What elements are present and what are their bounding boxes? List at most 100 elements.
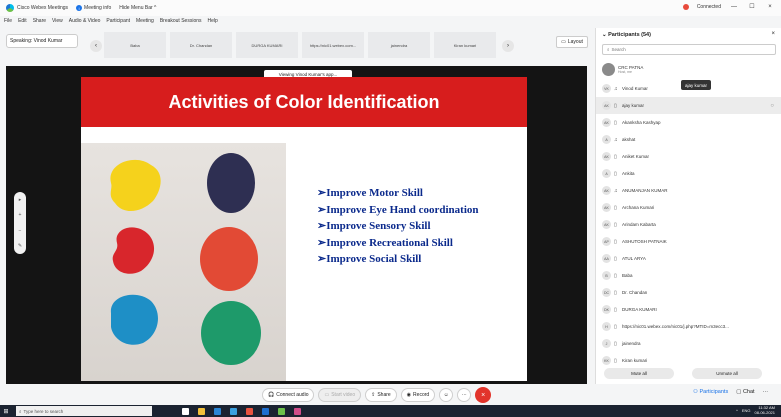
- menu-share[interactable]: Share: [33, 18, 46, 24]
- participant-row[interactable]: AK ♫ ANUMANJAN KUMAR: [596, 182, 781, 199]
- participant-search-input[interactable]: ⌕ Search: [602, 44, 776, 55]
- reactions-button[interactable]: ☺: [439, 388, 454, 402]
- windows-start-icon[interactable]: ⊞: [0, 405, 12, 417]
- audio-status-icon: ♫: [614, 136, 618, 143]
- thumbnail[interactable]: Dr. Chandan: [170, 32, 232, 58]
- video-icon: ▭: [324, 392, 330, 398]
- device-icon: ▯: [614, 272, 617, 279]
- host-name-block: CRC PATNA Host, me: [618, 65, 643, 74]
- participant-row[interactable]: J ▯ jainendra: [596, 335, 781, 352]
- bullet-item: ➢Improve Social Skill: [317, 253, 422, 265]
- app-icon[interactable]: [294, 407, 301, 415]
- connection-status[interactable]: Connected: [697, 4, 721, 10]
- participant-row[interactable]: DK ▯ DURGA KUMARI: [596, 301, 781, 318]
- participant-row[interactable]: AK ▯ Archana Kumari: [596, 199, 781, 216]
- hide-menu-bar-button[interactable]: Hide Menu Bar ^: [119, 5, 156, 11]
- participant-row[interactable]: H ▯ https://nic01.webex.com/nic01/j.php?…: [596, 318, 781, 335]
- layout-label: Layout: [567, 39, 583, 45]
- pen-icon[interactable]: ✎: [18, 243, 22, 249]
- participant-name: Kiran kumari: [622, 358, 648, 363]
- thumbnail[interactable]: jainendra: [368, 32, 430, 58]
- meeting-info-button[interactable]: i Meeting info: [76, 5, 111, 11]
- mute-all-button[interactable]: Mute all: [604, 368, 674, 379]
- strip-next-button[interactable]: ›: [502, 40, 514, 52]
- participant-row[interactable]: AP ▯ ASHUTOSH PATNAIK: [596, 233, 781, 250]
- participant-row[interactable]: AA ▯ ATUL ARYA: [596, 250, 781, 267]
- webex-taskbar-icon[interactable]: [278, 407, 285, 415]
- participant-name: Arindam Kabarta: [622, 222, 656, 227]
- participants-tab[interactable]: ⚇ Participants: [693, 389, 728, 395]
- thumbnail[interactable]: Baba: [104, 32, 166, 58]
- participant-name: ATUL ARYA: [622, 256, 646, 261]
- participant-row[interactable]: AK ▯ Arindam Kabarta: [596, 216, 781, 233]
- participant-name: Baba: [622, 273, 633, 278]
- avatar: AK: [602, 203, 611, 212]
- panel-close-button[interactable]: ×: [771, 31, 775, 37]
- chat-tab[interactable]: ▢ Chat: [736, 389, 754, 395]
- maximize-button[interactable]: ☐: [747, 3, 757, 10]
- pointer-icon[interactable]: ▸: [19, 197, 22, 203]
- layout-button[interactable]: ▭ Layout: [556, 36, 588, 48]
- store-icon[interactable]: [230, 407, 237, 415]
- thumbnail[interactable]: https://nic01.webex.com...: [302, 32, 364, 58]
- participant-name: DURGA KUMARI: [622, 307, 657, 312]
- presentation-slide: Activities of Color Identification ➢Impr…: [81, 77, 527, 381]
- edge-icon[interactable]: [214, 407, 221, 415]
- menu-participant[interactable]: Participant: [106, 18, 130, 24]
- menu-meeting[interactable]: Meeting: [136, 18, 154, 24]
- zoom-out-icon[interactable]: −: [19, 228, 22, 234]
- participant-row[interactable]: AK ▯ ajay kumar ○: [596, 97, 781, 114]
- record-button[interactable]: ◉ Record: [400, 388, 436, 402]
- app-name: Cisco Webex Meetings: [17, 5, 69, 11]
- app-title: Cisco Webex Meetings: [0, 4, 68, 12]
- thumbnail[interactable]: DURGA KUMARI: [236, 32, 298, 58]
- strip-prev-button[interactable]: ‹: [90, 40, 102, 52]
- participant-row-host[interactable]: CRC PATNA Host, me: [596, 58, 781, 80]
- participants-tab-label: Participants: [699, 389, 729, 395]
- participant-row[interactable]: AK ▯ Akanksha Kashyap: [596, 114, 781, 131]
- participant-row[interactable]: A ▯ Ankita: [596, 165, 781, 182]
- leave-meeting-button[interactable]: ×: [475, 387, 492, 403]
- windows-taskbar: ⊞ ⌕ Type here to search ^ ENG 11:32 AM 0…: [0, 405, 781, 417]
- menu-edit[interactable]: Edit: [18, 18, 27, 24]
- menu-view[interactable]: View: [52, 18, 63, 24]
- more-panels-button[interactable]: ···: [763, 389, 769, 395]
- participant-row[interactable]: AK ▯ Aniket Kumar: [596, 148, 781, 165]
- zoom-in-icon[interactable]: +: [19, 212, 22, 218]
- share-button[interactable]: ⇪ Share: [365, 388, 397, 402]
- thumbnail[interactable]: Kiran kumari: [434, 32, 496, 58]
- file-explorer-icon[interactable]: [198, 407, 205, 415]
- language-indicator[interactable]: ENG: [742, 408, 751, 413]
- speaker-strip: Speaking: Vinod Kumar ‹ Baba Dr. Chandan…: [6, 30, 581, 60]
- participant-name: jainendra: [622, 341, 641, 346]
- close-button[interactable]: ×: [765, 4, 775, 10]
- menu-help[interactable]: Help: [208, 18, 218, 24]
- avatar: KK: [602, 356, 611, 365]
- taskbar-search-input[interactable]: ⌕ Type here to search: [16, 406, 152, 416]
- participant-name: akshat: [622, 137, 636, 142]
- participants-count: Participants (54): [608, 32, 651, 38]
- unmute-all-button[interactable]: Unmute all: [692, 368, 762, 379]
- participant-row[interactable]: B ▯ Baba: [596, 267, 781, 284]
- bullet-item: ➢Improve Eye Hand coordination: [317, 203, 479, 216]
- task-view-icon[interactable]: [182, 407, 189, 415]
- device-icon: ▯: [614, 119, 617, 126]
- word-icon[interactable]: [262, 407, 269, 415]
- start-video-button[interactable]: ▭ Start video: [318, 388, 362, 402]
- minimize-button[interactable]: —: [729, 4, 739, 10]
- connect-audio-button[interactable]: 🎧 Connect audio: [262, 388, 315, 402]
- participant-options-icon[interactable]: ○: [770, 103, 774, 109]
- menu-breakout-sessions[interactable]: Breakout Sessions: [160, 18, 202, 24]
- clock[interactable]: 11:32 AM 08-06-2021: [755, 405, 775, 415]
- bullet-item: ➢Improve Sensory Skill: [317, 220, 431, 232]
- participant-row[interactable]: KK ▯ Kiran kumari: [596, 352, 781, 369]
- participant-row[interactable]: DC ▯ Dr. Chandan: [596, 284, 781, 301]
- menu-audio-video[interactable]: Audio & Video: [69, 18, 101, 24]
- participant-row[interactable]: A ♫ akshat: [596, 131, 781, 148]
- tray-arrow-icon[interactable]: ^: [736, 408, 738, 413]
- info-icon: i: [76, 5, 83, 11]
- menu-file[interactable]: File: [4, 18, 12, 24]
- chrome-icon[interactable]: [246, 407, 253, 415]
- more-options-button[interactable]: ···: [457, 388, 472, 402]
- slide-header: Activities of Color Identification: [81, 77, 527, 127]
